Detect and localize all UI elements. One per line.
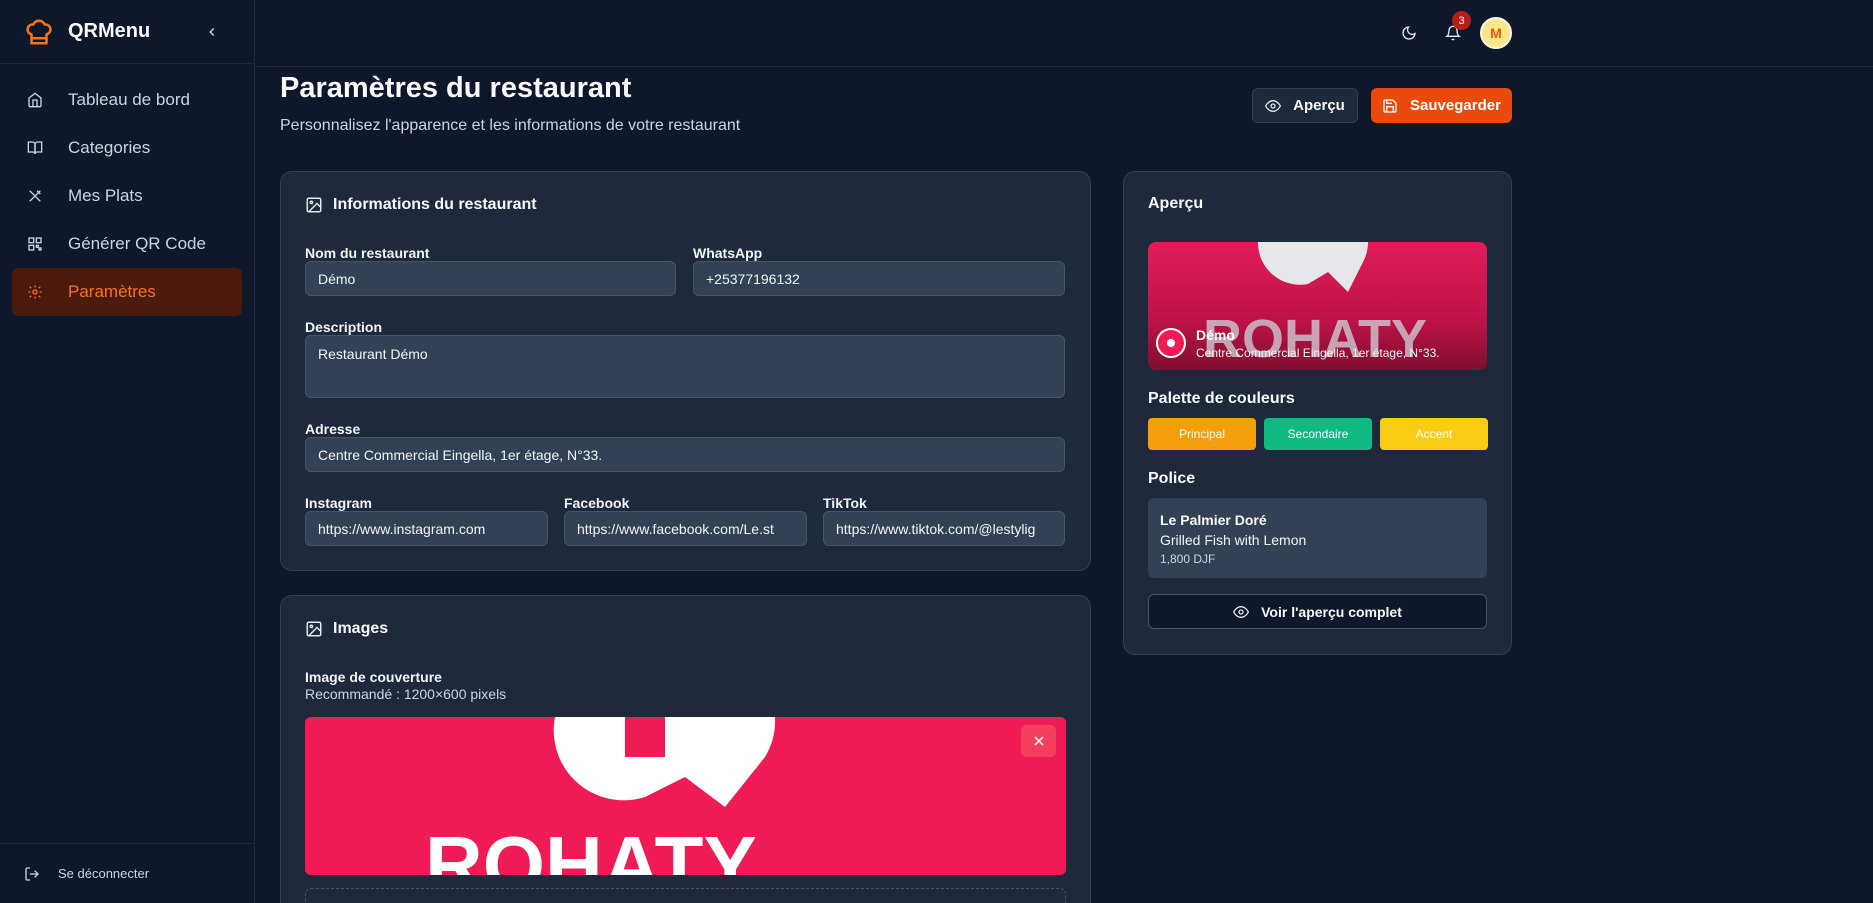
palette-secondary-swatch[interactable]: Secondaire	[1264, 418, 1372, 450]
cover-image: ROHATY	[305, 717, 1066, 875]
tiktok-label: TikTok	[823, 495, 867, 511]
moon-icon	[1402, 26, 1416, 40]
facebook-input[interactable]: https://www.facebook.com/Le.st	[564, 511, 807, 546]
upload-dropzone[interactable]	[305, 888, 1066, 903]
whatsapp-label: WhatsApp	[693, 245, 763, 261]
palette-accent-swatch[interactable]: Accent	[1380, 418, 1488, 450]
preview-card-title: Aperçu	[1148, 195, 1204, 212]
logout-icon	[24, 865, 42, 883]
eye-icon	[1265, 99, 1282, 112]
restaurant-name-input[interactable]: Démo	[305, 261, 676, 296]
gear-icon	[26, 283, 44, 301]
svg-text:ROHATY: ROHATY	[425, 820, 757, 875]
theme-toggle-button[interactable]	[1398, 22, 1420, 44]
sidebar-item-label: Mes Plats	[68, 186, 143, 205]
info-card-title-text: Informations du restaurant	[333, 196, 537, 213]
sidebar-item-categories[interactable]: Categories	[12, 124, 242, 172]
sidebar-item-label: Tableau de bord	[68, 90, 190, 109]
name-label: Nom du restaurant	[305, 245, 430, 261]
sidebar-nav: Tableau de bord Categories Mes Plats Gén…	[0, 64, 254, 328]
save-button[interactable]: Sauvegarder	[1371, 88, 1512, 123]
description-label: Description	[305, 319, 383, 335]
collapse-sidebar-button[interactable]	[200, 20, 224, 44]
brand-name: QRMenu	[68, 20, 151, 42]
save-icon	[1383, 98, 1397, 113]
chef-hat-icon	[26, 19, 52, 44]
topbar: 3 M	[256, 0, 1873, 67]
font-sample-price: 1,800 DJF	[1160, 552, 1216, 566]
sidebar-item-label: Paramètres	[68, 282, 156, 301]
full-preview-label: Voir l'aperçu complet	[1261, 603, 1402, 620]
palette-primary-swatch[interactable]: Principal	[1148, 418, 1256, 450]
sidebar: QRMenu Tableau de bord Categories Mes Pl…	[0, 0, 255, 903]
address-label: Adresse	[305, 421, 361, 437]
whatsapp-input[interactable]: +25377196132	[693, 261, 1065, 296]
book-icon	[26, 139, 44, 157]
logout-button[interactable]: Se déconnecter	[0, 843, 255, 903]
close-icon	[1033, 736, 1044, 746]
info-card-title: Informations du restaurant	[305, 196, 537, 214]
sidebar-item-dishes[interactable]: Mes Plats	[12, 172, 242, 220]
preview-button[interactable]: Aperçu	[1252, 88, 1358, 123]
sidebar-item-label: Générer QR Code	[68, 234, 206, 253]
notification-badge: 3	[1452, 11, 1471, 30]
image-icon	[306, 197, 322, 213]
preview-restaurant-name: Démo	[1196, 327, 1235, 343]
rohaty-logo-image: ROHATY	[305, 717, 1066, 875]
utensils-icon	[26, 187, 44, 205]
logout-label: Se déconnecter	[58, 866, 150, 881]
chevron-left-icon	[209, 27, 215, 37]
font-title: Police	[1148, 470, 1196, 487]
font-sample-box: Le Palmier Doré Grilled Fish with Lemon …	[1148, 498, 1487, 578]
sidebar-item-dashboard[interactable]: Tableau de bord	[12, 76, 242, 124]
instagram-label: Instagram	[305, 495, 372, 511]
brand: QRMenu	[0, 0, 254, 64]
eye-icon	[1233, 605, 1250, 618]
font-sample-name: Le Palmier Doré	[1160, 512, 1267, 528]
cover-image-label: Image de couverture	[305, 669, 442, 685]
save-button-label: Sauvegarder	[1410, 97, 1501, 114]
remove-cover-button[interactable]	[1021, 725, 1056, 757]
page-title: Paramètres du restaurant	[280, 72, 632, 104]
svg-text:ROHATY: ROHATY	[1203, 309, 1427, 369]
tiktok-input[interactable]: https://www.tiktok.com/@lestylig	[823, 511, 1065, 546]
full-preview-button[interactable]: Voir l'aperçu complet	[1148, 594, 1487, 629]
home-icon	[26, 91, 44, 109]
cover-image-hint: Recommandé : 1200×600 pixels	[305, 686, 507, 702]
qr-code-icon	[26, 235, 44, 253]
facebook-label: Facebook	[564, 495, 630, 511]
images-card-title: Images	[305, 620, 388, 638]
palette-title: Palette de couleurs	[1148, 390, 1295, 407]
sidebar-item-settings[interactable]: Paramètres	[12, 268, 242, 316]
preview-button-label: Aperçu	[1293, 97, 1345, 114]
avatar[interactable]: M	[1480, 17, 1512, 49]
sidebar-item-qr-code[interactable]: Générer QR Code	[12, 220, 242, 268]
page-subtitle: Personnalisez l'apparence et les informa…	[280, 117, 741, 134]
image-icon	[306, 621, 322, 637]
images-card-title-text: Images	[333, 620, 389, 637]
instagram-input[interactable]: https://www.instagram.com	[305, 511, 548, 546]
font-sample-dish: Grilled Fish with Lemon	[1160, 532, 1307, 548]
address-input[interactable]: Centre Commercial Eingella, 1er étage, N…	[305, 437, 1065, 472]
preview-restaurant-address: Centre Commercial Eingella, 1er étage, N…	[1196, 346, 1440, 360]
description-textarea[interactable]: Restaurant Démo	[305, 335, 1065, 398]
sidebar-item-label: Categories	[68, 138, 151, 157]
restaurant-logo	[1156, 328, 1186, 358]
